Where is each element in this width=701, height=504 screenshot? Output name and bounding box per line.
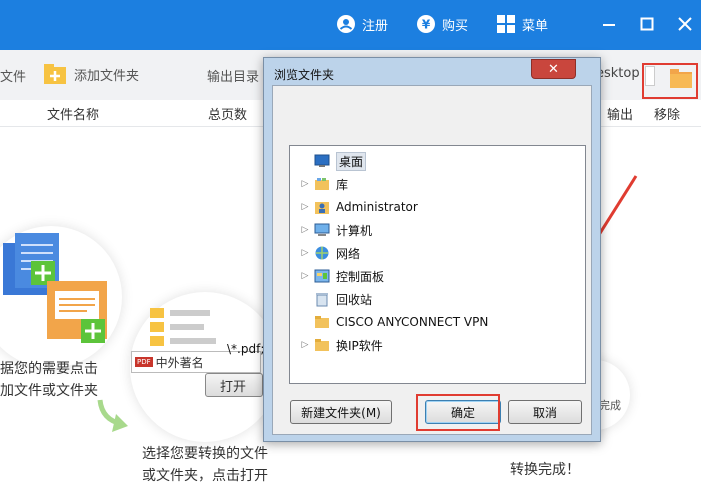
- step2-open-button: 打开: [205, 373, 263, 397]
- add-file-label: 文件: [0, 70, 27, 85]
- close-button[interactable]: [673, 12, 697, 36]
- tree-item-label: Administrator: [336, 200, 418, 214]
- step2-file-name: 中外著名: [155, 355, 204, 370]
- maximize-icon: [640, 17, 654, 31]
- folder-tree[interactable]: 桌面 ▷ 库 ▷ Administrator ▷ 计算机 ▷ 网络 ▷ 控制面板 回收站 CISCO A…: [289, 145, 586, 384]
- add-folder-label: 添加文件夹: [74, 68, 140, 84]
- output-path-field[interactable]: esktop: [596, 66, 640, 81]
- minimize-icon: [603, 24, 615, 26]
- library-icon: [314, 176, 336, 192]
- buy-button[interactable]: ¥ 购买: [416, 12, 468, 36]
- title-bar: 注册 ¥ 购买 菜单: [0, 0, 701, 50]
- tree-item[interactable]: ▷ 库: [300, 174, 348, 194]
- folder-icon: [314, 337, 336, 353]
- step2-text-line1: 选择您要转换的文件: [142, 446, 268, 462]
- tree-item[interactable]: ▷ 控制面板: [300, 266, 384, 286]
- expand-arrow-icon[interactable]: ▷: [300, 179, 310, 189]
- tree-item[interactable]: ▷ 换IP软件: [300, 335, 383, 355]
- register-label: 注册: [362, 18, 389, 34]
- cancel-label: 取消: [532, 405, 557, 420]
- column-pages: 总页数: [208, 108, 248, 123]
- folder-icon: [314, 314, 336, 330]
- step-arrow-icon: [97, 399, 128, 432]
- tree-item[interactable]: ▷ 网络: [300, 243, 360, 263]
- tree-item-label: 库: [336, 177, 349, 192]
- step2-open-label: 打开: [220, 379, 247, 395]
- menu-button[interactable]: 菜单: [496, 12, 548, 36]
- cancel-button[interactable]: 取消: [508, 400, 582, 424]
- step1-text-line1: 据您的需要点击: [0, 361, 98, 377]
- column-output: 输出: [607, 108, 634, 123]
- tree-item-label: CISCO ANYCONNECT VPN: [336, 315, 489, 329]
- buy-label: 购买: [442, 18, 469, 34]
- user-folder-icon: [314, 199, 336, 215]
- tree-item[interactable]: 桌面: [300, 151, 367, 171]
- tree-item-label: 网络: [336, 246, 361, 261]
- expand-arrow-icon[interactable]: ▷: [300, 202, 310, 212]
- dialog-title: 浏览文件夹: [274, 68, 335, 82]
- step3-badge: 完成: [599, 399, 621, 412]
- network-icon: [314, 245, 336, 261]
- new-folder-button[interactable]: 新建文件夹(M): [290, 400, 392, 424]
- add-folder-icon: [44, 64, 66, 84]
- pdf-icon: PDF: [135, 357, 153, 367]
- column-name: 文件名称: [47, 108, 100, 123]
- user-icon: [337, 15, 355, 33]
- tree-item[interactable]: CISCO ANYCONNECT VPN: [300, 312, 488, 332]
- new-folder-label: 新建文件夹(M): [301, 405, 381, 420]
- tree-item-label: 换IP软件: [336, 338, 383, 353]
- column-remove: 移除: [654, 108, 681, 123]
- step2-text: 选择您要转换的文件 或文件夹，点击打开: [142, 443, 268, 487]
- maximize-button[interactable]: [635, 12, 659, 36]
- expand-arrow-icon[interactable]: ▷: [300, 225, 310, 235]
- expand-arrow-icon[interactable]: ▷: [300, 271, 310, 281]
- step1-text-line2: 加文件或文件夹: [0, 383, 98, 399]
- folder-button-highlight: [642, 63, 698, 99]
- svg-text:¥: ¥: [422, 18, 431, 32]
- tree-item-label: 计算机: [336, 223, 373, 238]
- tree-item[interactable]: ▷ Administrator: [300, 197, 418, 217]
- step2-text-line2: 或文件夹，点击打开: [142, 468, 268, 484]
- minimize-button[interactable]: [597, 12, 621, 36]
- tree-item-label: 桌面: [336, 151, 367, 171]
- register-button[interactable]: 注册: [336, 12, 388, 36]
- grid-icon: [497, 15, 515, 33]
- close-icon: ✕: [548, 61, 559, 77]
- expand-arrow-icon[interactable]: ▷: [300, 248, 310, 258]
- tree-item-label: 控制面板: [336, 269, 385, 284]
- close-icon: [678, 17, 692, 31]
- control-panel-icon: [314, 268, 336, 284]
- yen-icon: ¥: [417, 15, 435, 33]
- output-dir-label: 输出目录: [207, 70, 260, 85]
- browse-folder-dialog: 浏览文件夹 ✕ 桌面 ▷ 库 ▷ Administrator ▷ 计算机 ▷ 网络 ▷ 控制面板 回收…: [263, 57, 601, 442]
- add-folder-button[interactable]: 添加文件夹: [44, 64, 139, 84]
- step3-text: 转换完成！: [510, 462, 580, 478]
- computer-icon: [314, 222, 336, 238]
- step1-text: 据您的需要点击 加文件或文件夹: [0, 358, 98, 402]
- recycle-bin-icon: [314, 291, 336, 307]
- desktop-icon: [314, 153, 336, 169]
- ok-button-highlight: [416, 394, 500, 431]
- add-files-illustration: [3, 233, 107, 343]
- expand-arrow-icon[interactable]: ▷: [300, 340, 310, 350]
- add-file-button[interactable]: 文件: [0, 66, 26, 85]
- menu-label: 菜单: [522, 18, 549, 34]
- dialog-body: 桌面 ▷ 库 ▷ Administrator ▷ 计算机 ▷ 网络 ▷ 控制面板 回收站 CISCO A…: [272, 85, 592, 435]
- tree-item[interactable]: ▷ 计算机: [300, 220, 372, 240]
- tree-item-label: 回收站: [336, 292, 373, 307]
- dialog-close-button[interactable]: ✕: [531, 59, 576, 79]
- tree-item[interactable]: 回收站: [300, 289, 372, 309]
